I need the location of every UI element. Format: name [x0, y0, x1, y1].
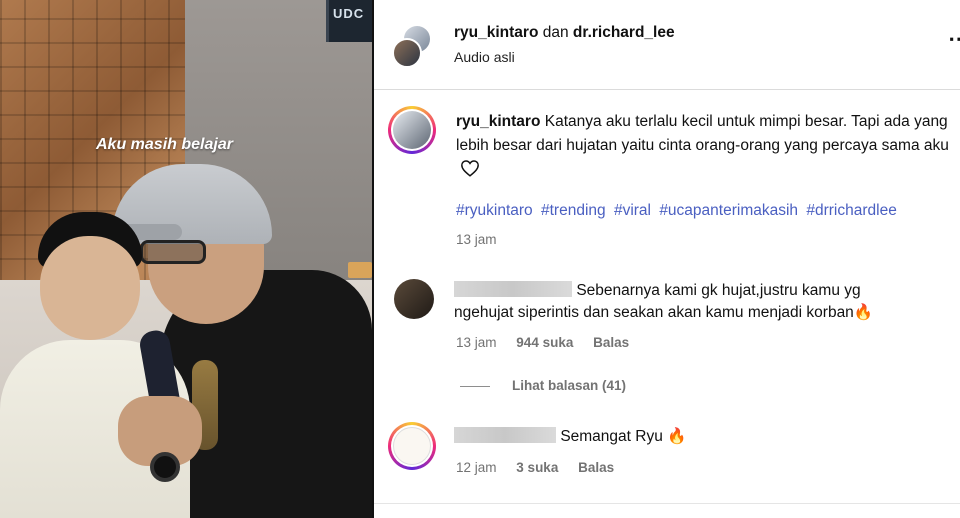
- view-replies-label: Lihat balasan (41): [512, 378, 627, 393]
- more-horizontal-icon[interactable]: ⋯: [948, 26, 960, 52]
- post-panel: ryu_kintaro dan dr.richard_lee Audio asl…: [374, 0, 960, 518]
- comment-text: Sebenarnya kami gk hujat,justru kamu yg …: [454, 280, 954, 324]
- hashtag-link[interactable]: #trending: [541, 202, 606, 219]
- comment-meta: 12 jam 3 suka Balas: [456, 460, 630, 475]
- hashtag-link[interactable]: #drrichardlee: [806, 202, 896, 219]
- avatar-user1[interactable]: [392, 38, 422, 68]
- post-header: ryu_kintaro dan dr.richard_lee Audio asl…: [374, 0, 960, 90]
- collab-avatars[interactable]: [392, 24, 434, 68]
- audio-link[interactable]: Audio asli: [454, 49, 515, 65]
- divider: [374, 503, 960, 504]
- reply-button[interactable]: Balas: [593, 335, 629, 350]
- post-caption: ryu_kintaro Katanya aku terlalu kecil un…: [456, 110, 956, 185]
- hashtag-link[interactable]: #ucapanterimakasih: [659, 202, 798, 219]
- hashtag-list: #ryukintaro #trending #viral #ucapanteri…: [456, 202, 901, 220]
- comment-meta: 13 jam 944 suka Balas: [456, 335, 645, 350]
- comment-time[interactable]: 12 jam: [456, 460, 497, 475]
- lamp: [348, 262, 372, 278]
- comment-line-2: ngehujat siperintis dan seakan akan kamu…: [454, 304, 874, 321]
- replies-line: [460, 385, 490, 387]
- comment-avatar[interactable]: [388, 422, 436, 470]
- author-link-1[interactable]: ryu_kintaro: [454, 24, 538, 41]
- comment-text: Semangat Ryu 🔥: [454, 426, 954, 448]
- video-overlay-text: Aku masih belajar: [96, 136, 233, 153]
- author-link-2[interactable]: dr.richard_lee: [573, 24, 675, 41]
- boy-head: [40, 236, 140, 340]
- comment-line-1: Sebenarnya kami gk hujat,justru kamu yg: [576, 282, 861, 299]
- author-connector: dan: [542, 24, 569, 41]
- comment-likes[interactable]: 944 suka: [516, 335, 573, 350]
- view-replies-button[interactable]: Lihat balasan (41): [460, 378, 626, 393]
- comment-avatar[interactable]: [394, 279, 434, 319]
- redacted-username[interactable]: [454, 281, 572, 297]
- comment-time[interactable]: 13 jam: [456, 335, 497, 350]
- caption-avatar[interactable]: [388, 106, 436, 154]
- hashtag-link[interactable]: #viral: [614, 202, 651, 219]
- heart-icon: [460, 159, 480, 185]
- author-names: ryu_kintaro dan dr.richard_lee: [454, 24, 675, 42]
- reply-button[interactable]: Balas: [578, 460, 614, 475]
- reel-video[interactable]: UDC Aku masih belajar: [0, 0, 372, 518]
- caption-username[interactable]: ryu_kintaro: [456, 113, 540, 130]
- glasses: [140, 240, 206, 264]
- redacted-username[interactable]: [454, 427, 556, 443]
- comment-likes[interactable]: 3 suka: [516, 460, 558, 475]
- comment-body: Semangat Ryu 🔥: [560, 428, 687, 445]
- tv-text: UDC: [333, 6, 365, 21]
- tv-screen: UDC: [326, 0, 372, 42]
- wristwatch: [150, 452, 180, 482]
- caption-time[interactable]: 13 jam: [456, 232, 497, 247]
- hashtag-link[interactable]: #ryukintaro: [456, 202, 533, 219]
